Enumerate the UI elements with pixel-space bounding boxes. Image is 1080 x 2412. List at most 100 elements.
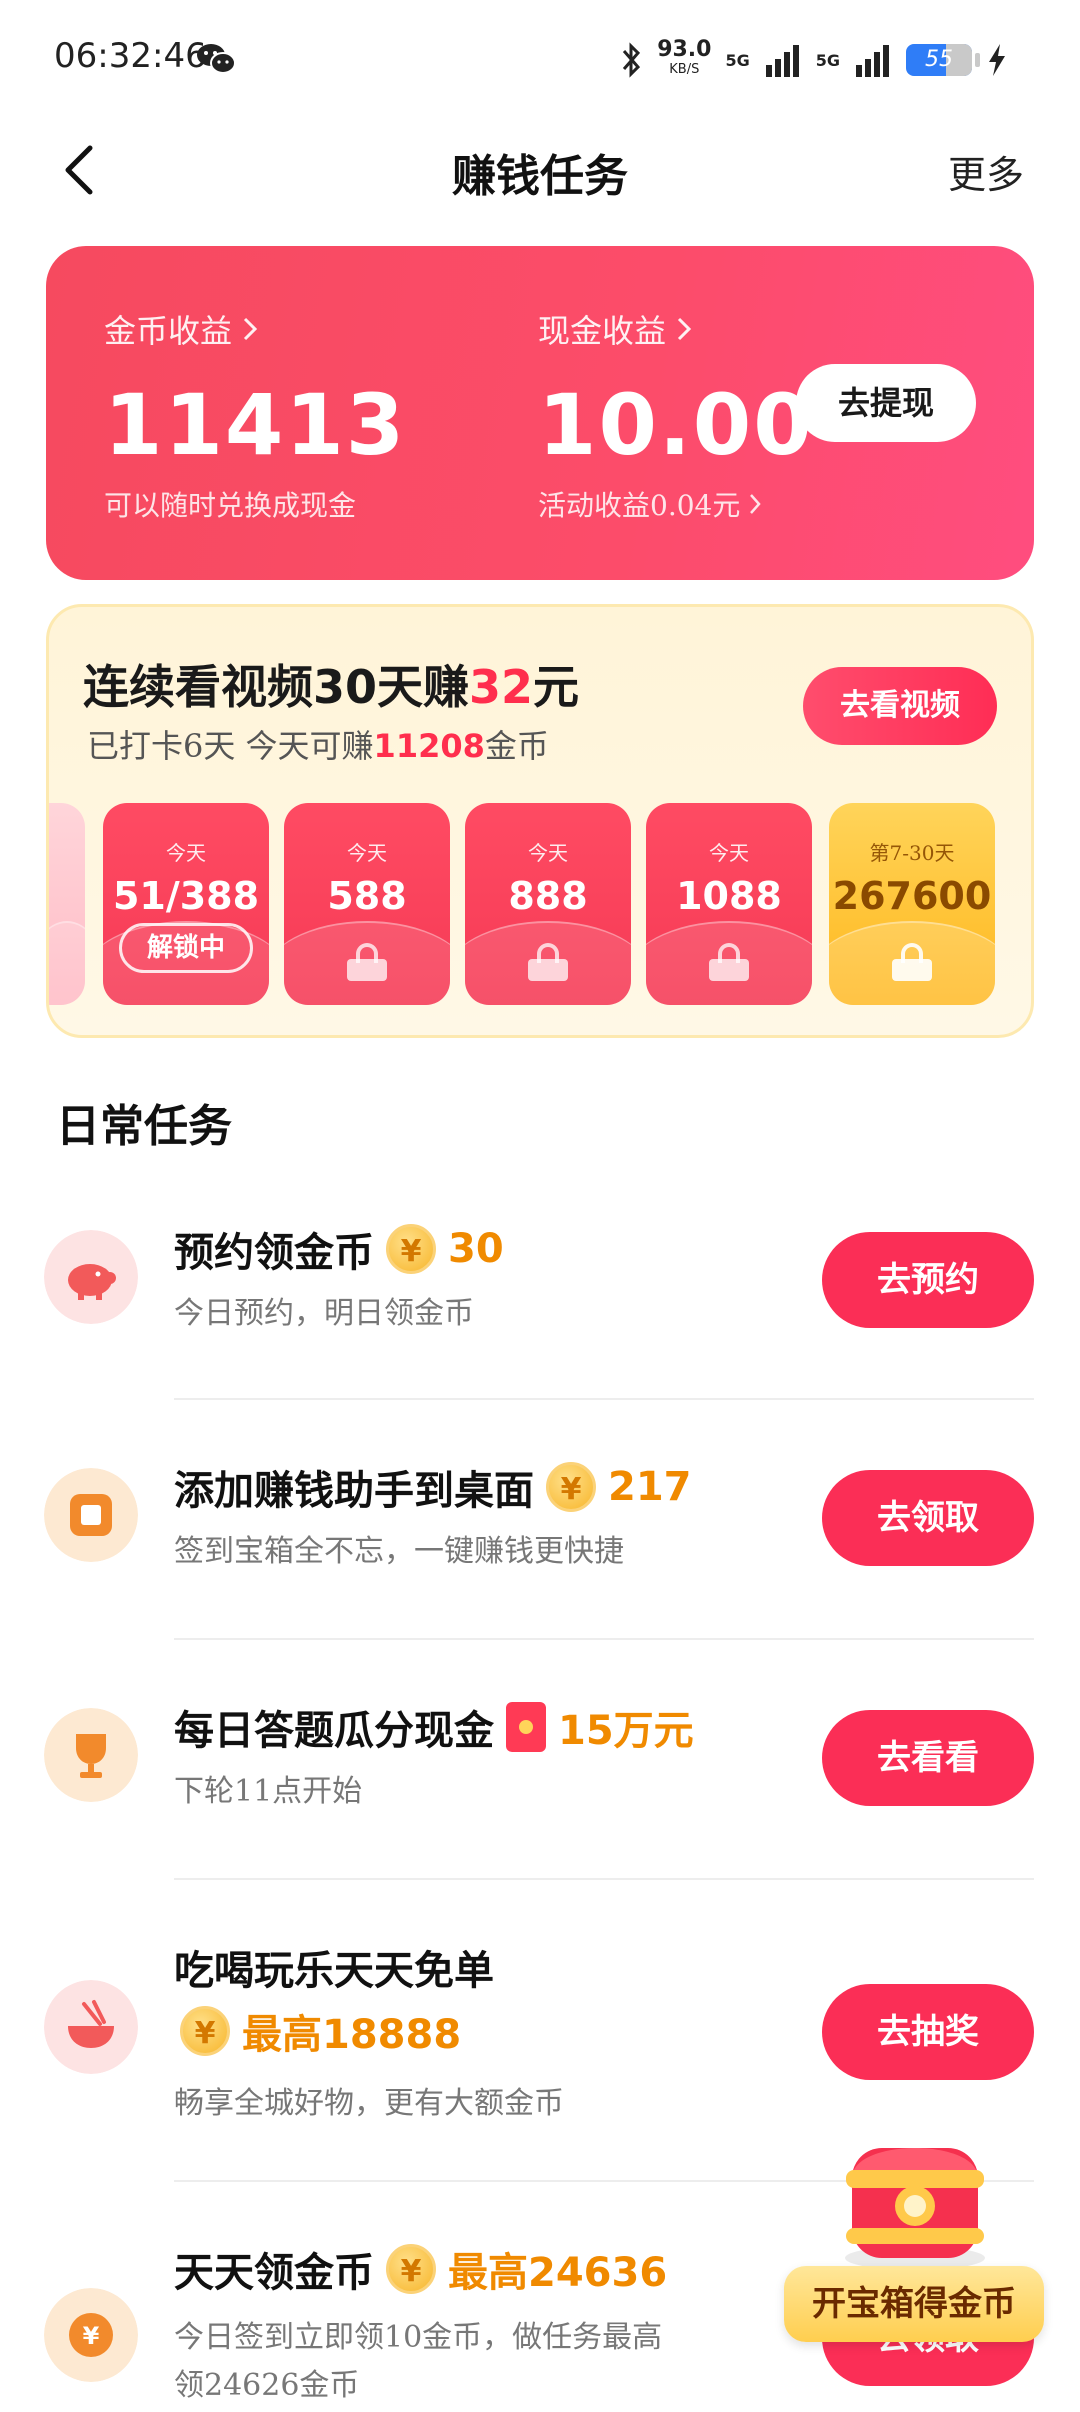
streak-sub-suffix: 金币 [484,727,549,765]
lock-icon [892,943,932,981]
reward-card-previous[interactable] [49,803,85,1005]
task-desc-line1: 今日签到立即领10金币，做任务最高 [174,2320,663,2355]
coin-earnings-value: 11413 [104,376,407,474]
watch-video-button[interactable]: 去看视频 [803,667,997,745]
reward-amount: 1088 [676,874,782,918]
chest-label: 开宝箱得金币 [784,2266,1044,2342]
bluetooth-icon [623,42,641,78]
reward-card-3[interactable]: 今天 888 [465,803,631,1005]
task-title: 吃喝玩乐天天免单 [174,1947,494,1994]
task-reward: 最高24636 [448,2250,668,2296]
status-right: 93.0 KB/S 5G 5G 55 [619,36,1008,84]
unlocking-badge: 解锁中 [119,923,253,973]
withdraw-button[interactable]: 去提现 [796,364,976,442]
streak-sub-prefix: 已打卡6天 今天可赚 [87,727,374,765]
task-desc-line2: 领24626金币 [174,2368,360,2403]
network-type-1: 5G [725,50,750,70]
coin-icon: ¥ [386,2244,436,2294]
chevron-right-icon [677,317,692,341]
bowl-icon [44,1980,138,2074]
coin-earnings-label-text: 金币收益 [104,312,233,350]
reward-amount: 267600 [832,874,992,918]
coin-icon: ¥ [180,2006,230,2056]
reward-day: 第7-30天 [869,841,955,865]
task-desc: 今日预约，明日领金币 [174,1296,474,1331]
more-button[interactable]: 更多 [948,144,1024,199]
net-speed-value: 93.0 [657,37,712,62]
network-type-2: 5G [815,50,840,70]
reward-card-4[interactable]: 今天 1088 [646,803,812,1005]
video-streak-card: 连续看视频30天赚32元 已打卡6天 今天可赚11208金币 去看视频 今天 5… [46,604,1034,1038]
net-speed-unit: KB/S [669,62,700,77]
wechat-icon [197,44,236,74]
coin-earnings[interactable]: 金币收益 11413 可以随时兑换成现金 [104,306,406,524]
chevron-right-icon [750,494,762,514]
battery-level: 55 [925,47,953,72]
task-title: 每日答题瓜分现金 15万元 [174,1698,694,1756]
daily-tasks-title: 日常任务 [56,1101,232,1152]
lock-icon [709,943,749,981]
task-desc: 下轮11点开始 [174,1774,363,1809]
status-bar: 06:32:46 93.0 KB/S 5G 5G 55 [0,0,1080,120]
cash-earnings[interactable]: 现金收益 10.00 活动收益0.04元 [538,306,814,524]
task-title: 预约领金币 ¥ 30 [174,1220,504,1278]
activity-earnings-text: 活动收益0.04元 [538,489,741,522]
task-desc: 畅享全城好物，更有大额金币 [174,2086,564,2121]
reward-card-5[interactable]: 第7-30天 267600 [829,803,995,1005]
task-title-text: 天天领金币 [174,2249,374,2296]
yuan-coin-icon: ¥ [44,2288,138,2382]
task-reward: 30 [448,1226,504,1272]
reward-amount: 588 [327,874,407,918]
reserve-button[interactable]: 去预约 [822,1232,1034,1328]
task-reward: 最高18888 [242,2012,462,2058]
divider [174,1398,1034,1400]
treasure-chest-float[interactable]: 开宝箱得金币 [784,2096,1054,2366]
trophy-icon [44,1708,138,1802]
coin-earnings-sub: 可以随时兑换成现金 [104,489,357,522]
streak-title: 连续看视频30天赚32元 [83,651,579,717]
piggy-bank-icon [44,1230,138,1324]
divider [174,1878,1034,1880]
coin-icon: ¥ [546,1462,596,1512]
status-time: 06:32:46 [54,36,207,76]
lock-icon [528,943,568,981]
battery-indicator: 55 [906,44,980,76]
streak-reward-row[interactable]: 今天 51/388 解锁中 今天 588 今天 888 今天 1088 第7-3… [49,803,1031,1011]
treasure-chest-icon [845,2148,985,2270]
charging-icon [989,44,1005,76]
streak-subtitle: 已打卡6天 今天可赚11208金币 [87,721,549,767]
cash-earnings-label-text: 现金收益 [538,312,667,350]
reward-day: 今天 [528,841,568,865]
view-button[interactable]: 去看看 [822,1710,1034,1806]
page: 06:32:46 93.0 KB/S 5G 5G 55 赚钱任务 更多 金币收益… [0,0,1080,2412]
streak-title-prefix: 连续看视频30天赚 [83,660,470,714]
streak-title-amount: 32 [469,660,534,714]
lock-icon [347,943,387,981]
nav-bar: 赚钱任务 更多 [0,120,1080,220]
claim-button[interactable]: 去领取 [822,1470,1034,1566]
task-reward: 15万元 [558,1708,694,1754]
task-title-text: 每日答题瓜分现金 [174,1707,494,1754]
signal-icon [765,45,799,77]
task-desc: 签到宝箱全不忘，一键赚钱更快捷 [174,1534,624,1569]
task-title-text: 添加赚钱助手到桌面 [174,1467,534,1514]
earnings-card: 金币收益 11413 可以随时兑换成现金 现金收益 10.00 活动收益0.04… [46,246,1034,580]
task-title: 天天领金币 ¥ 最高24636 [174,2240,667,2298]
coin-icon: ¥ [386,1224,436,1274]
task-title: 添加赚钱助手到桌面 ¥ 217 [174,1458,692,1516]
task-reward-line: ¥ 最高18888 [180,2002,461,2060]
back-arrow-icon[interactable] [52,140,112,200]
reward-card-2[interactable]: 今天 588 [284,803,450,1005]
cash-earnings-label: 现金收益 [538,306,814,352]
reward-amount: 51/388 [112,874,260,918]
reward-card-1[interactable]: 今天 51/388 解锁中 [103,803,269,1005]
chevron-right-icon [243,317,258,341]
activity-earnings[interactable]: 活动收益0.04元 [538,484,814,524]
streak-title-suffix: 元 [533,660,580,714]
divider [174,1638,1034,1640]
task-title-text: 预约领金币 [174,1229,374,1276]
lottery-button[interactable]: 去抽奖 [822,1984,1034,2080]
net-speed: 93.0 KB/S [657,37,712,80]
signal-icon-2 [856,45,889,77]
reward-day: 今天 [709,841,749,865]
